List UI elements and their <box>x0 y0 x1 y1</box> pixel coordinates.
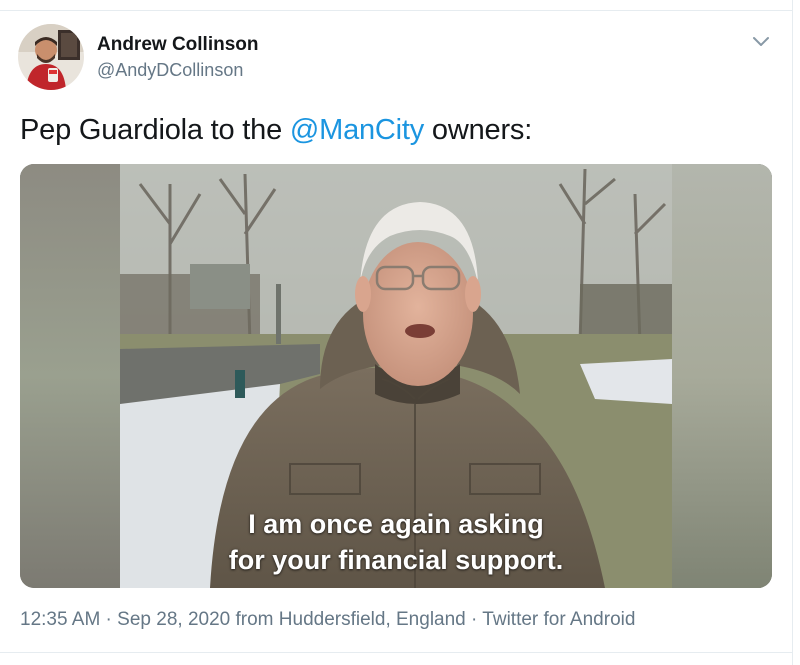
mention-link[interactable]: @ManCity <box>290 114 424 146</box>
right-divider <box>792 0 793 665</box>
bottom-divider <box>0 652 792 653</box>
tweet-text: Pep Guardiola to the @ManCity owners: <box>20 114 532 147</box>
meme-caption-line-1: I am once again asking <box>248 509 544 539</box>
tweet-media-image[interactable]: I am once again asking for your financia… <box>20 164 772 588</box>
chevron-down-icon <box>753 37 769 46</box>
tweet-text-after: owners: <box>424 114 533 146</box>
tweet-metadata: 12:35 AM · Sep 28, 2020 from Huddersfiel… <box>20 609 635 631</box>
meme-caption-line-2: for your financial support. <box>228 545 564 575</box>
meta-separator: · <box>465 609 483 630</box>
top-divider <box>0 10 792 11</box>
tweet-card: Andrew Collinson @AndyDCollinson Pep Gua… <box>0 0 800 665</box>
user-display-name[interactable]: Andrew Collinson <box>97 34 259 56</box>
meta-separator: · <box>100 609 118 630</box>
tweet-client[interactable]: Twitter for Android <box>482 609 635 630</box>
avatar-photo-icon <box>18 24 84 90</box>
tweet-time[interactable]: 12:35 AM <box>20 609 100 630</box>
tweet-text-before: Pep Guardiola to the <box>20 114 290 146</box>
tweet-date[interactable]: Sep 28, 2020 <box>117 609 230 630</box>
avatar[interactable] <box>18 24 84 90</box>
meta-from-text: from <box>230 609 279 630</box>
tweet-menu-button[interactable] <box>746 30 776 54</box>
tweet-location[interactable]: Huddersfield, England <box>279 609 466 630</box>
user-handle[interactable]: @AndyDCollinson <box>97 60 243 81</box>
